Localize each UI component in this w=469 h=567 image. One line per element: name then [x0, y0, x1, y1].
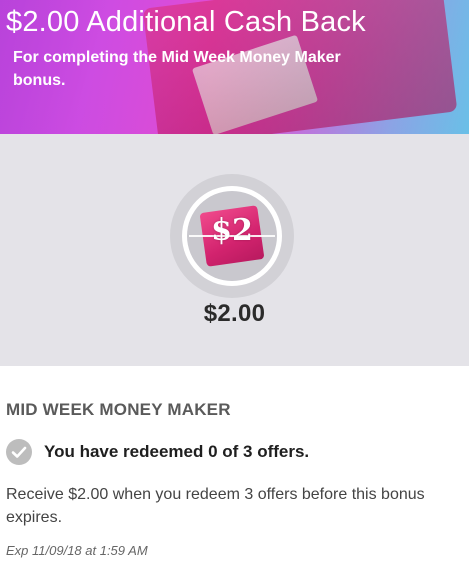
offer-details: MID WEEK MONEY MAKER You have redeemed 0… — [0, 366, 469, 567]
bonus-banner: $2.00 Additional Cash Back For completin… — [0, 0, 469, 134]
banner-title: $2.00 Additional Cash Back — [6, 6, 366, 38]
redeem-status: You have redeemed 0 of 3 offers. — [44, 442, 310, 461]
reward-hero: $2 $2.00 — [0, 134, 469, 366]
badge-amount: $2 — [211, 213, 253, 248]
offer-description: Receive $2.00 when you redeem 3 offers b… — [6, 486, 425, 526]
offer-expiration: Exp 11/09/18 at 1:59 AM — [6, 543, 148, 558]
check-circle-icon — [6, 439, 32, 465]
offer-title: MID WEEK MONEY MAKER — [6, 400, 231, 419]
reward-amount: $2.00 — [203, 300, 266, 327]
badge-ring: $2 — [182, 186, 282, 286]
check-mark-icon — [11, 446, 27, 458]
badge-inner: $2 — [187, 191, 277, 281]
reward-badge: $2 — [170, 174, 294, 298]
banner-subtitle: For completing the Mid Week Money Maker … — [13, 49, 341, 89]
